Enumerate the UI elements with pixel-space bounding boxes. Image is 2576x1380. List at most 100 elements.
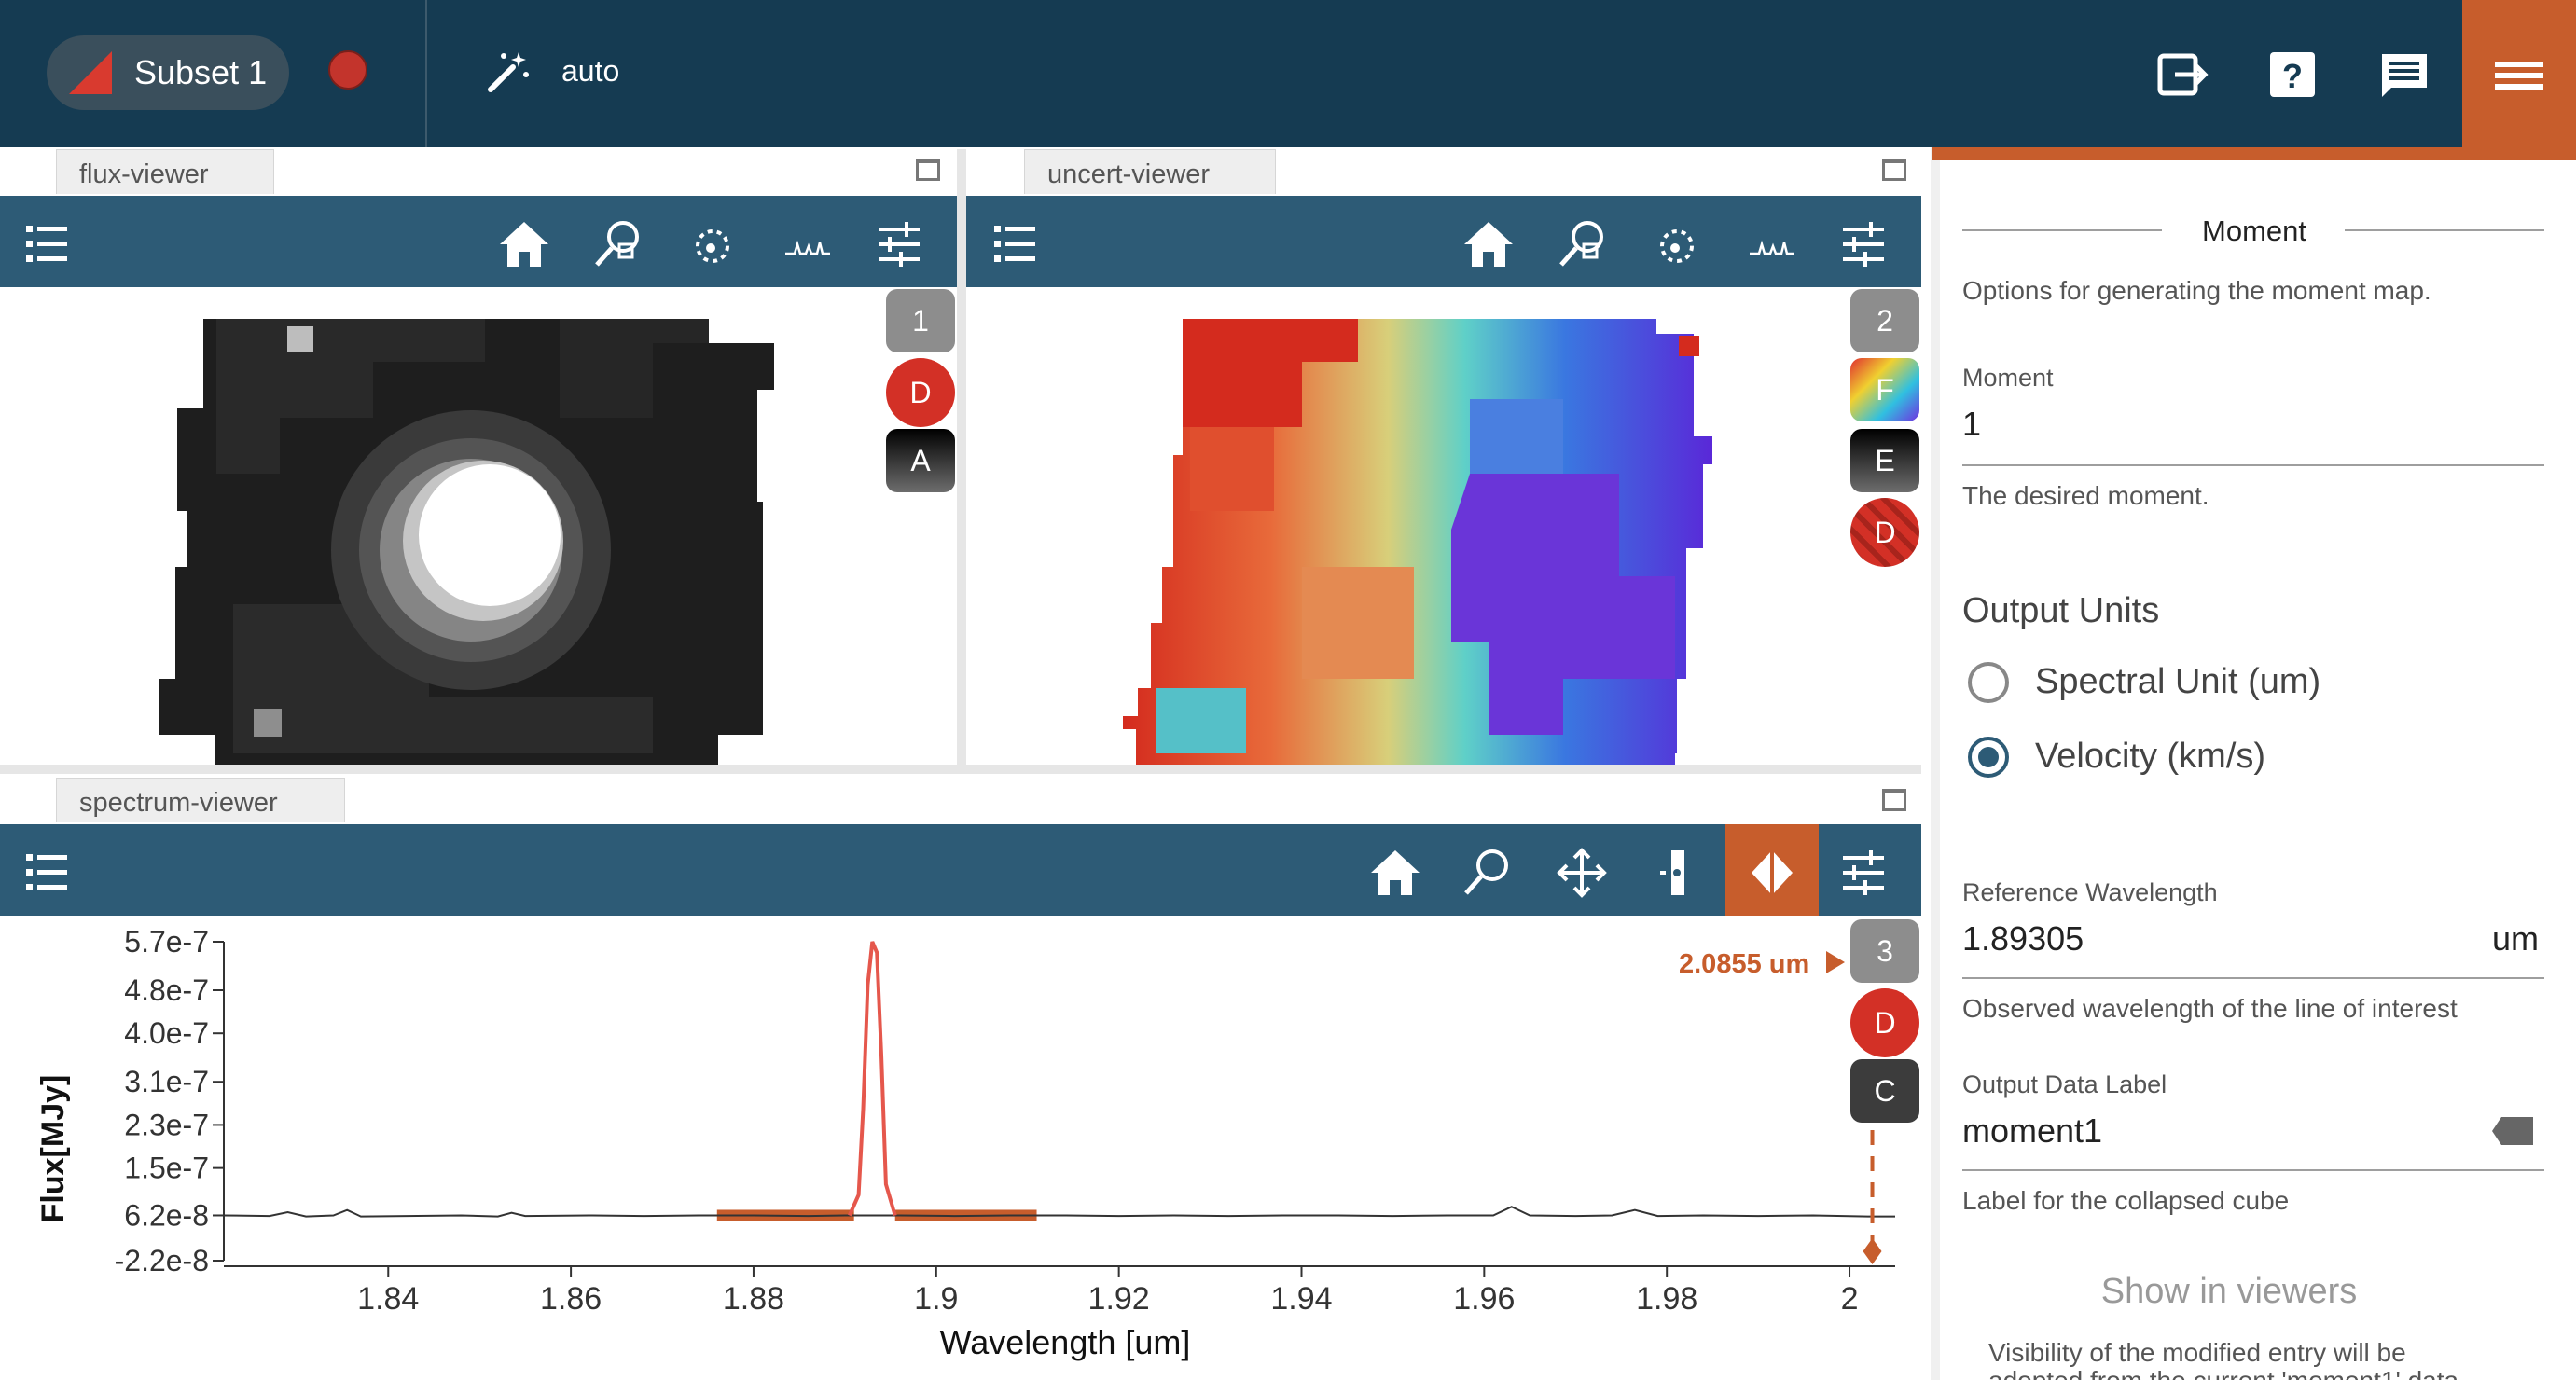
moment-label: Moment [1962, 364, 2054, 392]
subset-icon [69, 51, 112, 94]
settings-sliders-icon[interactable] [1835, 845, 1891, 901]
marker-label: 2.0855 um [1679, 949, 1810, 979]
y-tick-label: 6.2e-8 [124, 1198, 209, 1232]
viewer-divider [0, 765, 1921, 774]
subset-record-button[interactable] [328, 50, 367, 90]
reference-wavelength-input[interactable]: 1.89305 [1962, 919, 2084, 959]
y-tick-label: -2.2e-8 [115, 1244, 209, 1277]
y-tick-label: 2.3e-7 [124, 1108, 209, 1141]
show-in-viewers-desc: Visibility of the modified entry will be… [1988, 1339, 2458, 1380]
spectrum-extract-icon[interactable] [1744, 216, 1800, 272]
layer-list-icon[interactable] [19, 845, 75, 901]
maximize-icon[interactable] [916, 159, 940, 181]
radio-velocity-label[interactable]: Velocity (km/s) [2035, 737, 2265, 777]
reference-wavelength-hint: Observed wavelength of the line of inter… [1962, 994, 2458, 1023]
y-tick-label: 3.1e-7 [124, 1065, 209, 1098]
marker-arrow-icon [1826, 951, 1845, 973]
reference-wavelength-unit: um [2492, 919, 2540, 958]
settings-sliders-icon[interactable] [1835, 216, 1891, 272]
tab-uncert-viewer[interactable]: uncert-viewer [1024, 149, 1276, 194]
output-label-input[interactable]: moment1 [1962, 1111, 2102, 1151]
x-tick-label: 1.88 [723, 1281, 784, 1317]
uncert-viewer-tab-label: uncert-viewer [1047, 159, 1211, 189]
help-icon[interactable]: ? [2264, 47, 2320, 103]
subset-selector[interactable]: Subset 1 [47, 35, 289, 110]
zoom-box-icon[interactable] [591, 216, 647, 272]
radio-velocity[interactable] [1968, 737, 2009, 778]
spectrum-viewer-tab-label: spectrum-viewer [79, 788, 278, 818]
layer-badge-d[interactable]: D [1850, 988, 1919, 1057]
x-tick-label: 1.92 [1088, 1281, 1150, 1317]
x-axis-label: Wavelength [um] [940, 1323, 1191, 1361]
subset-spectrum-line [847, 941, 897, 1217]
layer-badge-3[interactable]: 3 [1850, 919, 1919, 983]
layer-badge-d[interactable]: D [1850, 498, 1919, 567]
output-label-hint: Label for the collapsed cube [1962, 1186, 2290, 1215]
x-tick-label: 1.84 [357, 1281, 419, 1317]
zoom-icon[interactable] [1461, 845, 1517, 901]
magic-wand-icon[interactable] [485, 47, 532, 99]
flux-viewer-tab-label: flux-viewer [79, 159, 209, 189]
line-analysis-icon[interactable] [1744, 845, 1800, 901]
radio-spectral-unit[interactable] [1968, 662, 2009, 703]
output-label-title: Output Data Label [1962, 1070, 2167, 1098]
tab-flux-viewer[interactable]: flux-viewer [56, 149, 274, 194]
settings-sliders-icon[interactable] [871, 216, 927, 272]
y-tick-label: 4.8e-7 [124, 973, 209, 1007]
moment-hint: The desired moment. [1962, 481, 2209, 510]
reference-wavelength-label: Reference Wavelength [1962, 878, 2218, 906]
menu-icon [2495, 62, 2543, 67]
layer-badge-1[interactable]: 1 [886, 289, 955, 352]
layer-badge-f[interactable]: F [1850, 358, 1919, 421]
flux-image[interactable] [0, 287, 957, 766]
subset-select-icon[interactable] [685, 216, 741, 272]
toolbar-divider [425, 0, 427, 147]
subset-label: Subset 1 [134, 53, 268, 91]
x-tick-label: 1.94 [1270, 1281, 1332, 1317]
x-tick-label: 1.96 [1453, 1281, 1515, 1317]
layer-list-icon[interactable] [19, 216, 75, 272]
moment-input[interactable]: 1 [1962, 405, 1981, 444]
show-in-viewers-title: Show in viewers [2100, 1272, 2358, 1311]
feedback-icon[interactable] [2376, 47, 2432, 103]
export-icon[interactable] [2154, 47, 2210, 103]
range-select-icon[interactable] [1649, 845, 1705, 901]
menu-button[interactable] [2462, 0, 2576, 160]
section-description: Options for generating the moment map. [1962, 276, 2431, 305]
x-tick-label: 2 [1841, 1281, 1859, 1317]
output-units-title: Output Units [1962, 591, 2160, 630]
uncert-image[interactable] [966, 287, 1921, 766]
panel-accent-bar [1932, 147, 2576, 160]
selection-mode-label: auto [561, 54, 620, 88]
radio-spectral-unit-label[interactable]: Spectral Unit (um) [2035, 662, 2320, 702]
pan-icon[interactable] [1554, 845, 1610, 901]
viewer-divider [957, 149, 966, 765]
subset-select-icon[interactable] [1649, 216, 1705, 272]
y-axis-label: Flux[MJy] [35, 1075, 71, 1223]
maximize-icon[interactable] [1882, 789, 1906, 811]
y-tick-label: 4.0e-7 [124, 1016, 209, 1050]
layer-badge-d[interactable]: D [886, 358, 955, 427]
spectrum-line [223, 1206, 1895, 1218]
home-icon[interactable] [496, 216, 552, 272]
layer-badge-a[interactable]: A [886, 429, 955, 492]
y-tick-label: 5.7e-7 [124, 925, 209, 959]
home-icon[interactable] [1367, 845, 1423, 901]
tab-spectrum-viewer[interactable]: spectrum-viewer [56, 778, 345, 822]
panel-divider [1931, 147, 1940, 1380]
x-tick-label: 1.9 [914, 1281, 958, 1317]
section-title: Moment [2202, 214, 2306, 247]
spectrum-chart[interactable]: 5.7e-7 4.8e-7 4.0e-7 3.1e-7 2.3e-7 1.5e-7 6.2e… [0, 916, 1921, 1380]
maximize-icon[interactable] [1882, 159, 1906, 181]
zoom-box-icon[interactable] [1556, 216, 1612, 272]
spectrum-extract-icon[interactable] [780, 216, 836, 272]
layer-list-icon[interactable] [987, 216, 1043, 272]
layer-badge-e[interactable]: E [1850, 429, 1919, 492]
svg-text:?: ? [2282, 57, 2303, 95]
tag-icon[interactable] [2490, 1115, 2535, 1147]
layer-badge-c[interactable]: C [1850, 1059, 1919, 1123]
layer-badge-2[interactable]: 2 [1850, 289, 1919, 352]
home-icon[interactable] [1461, 216, 1517, 272]
x-tick-label: 1.98 [1636, 1281, 1697, 1317]
x-tick-label: 1.86 [540, 1281, 602, 1317]
